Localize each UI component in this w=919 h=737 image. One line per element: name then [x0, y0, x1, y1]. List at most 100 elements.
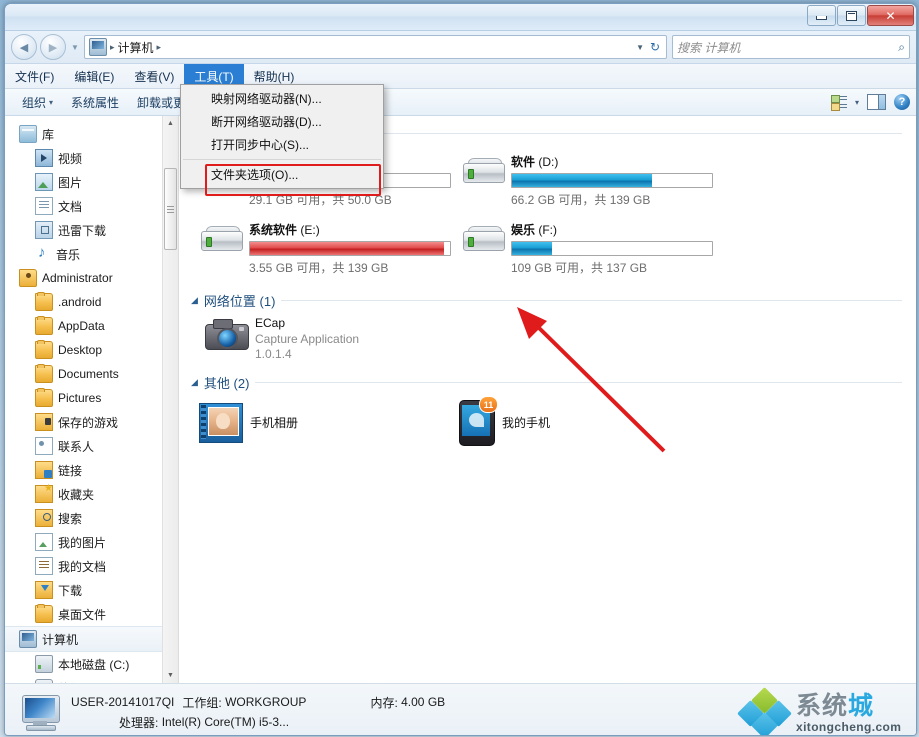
drive-usage-bar [511, 241, 713, 256]
organize-button[interactable]: 组织 ▾ [13, 94, 62, 111]
scroll-down-arrow-icon[interactable]: ▼ [163, 668, 178, 683]
collapse-caret-icon[interactable]: ◢ [191, 295, 198, 306]
search-input[interactable]: 搜索 计算机 [677, 39, 898, 56]
menu-item-map-network-drive[interactable]: 映射网络驱动器(N)... [181, 87, 383, 110]
tree-item-favorites[interactable]: 收藏夹 [5, 482, 178, 506]
breadcrumb-bar[interactable]: ▸ 计算机 ▸ ▼ ↻ [84, 35, 667, 59]
downloads-icon [35, 581, 53, 599]
minimize-icon [816, 15, 827, 20]
breadcrumb-dropdown-caret[interactable]: ▼ [636, 43, 644, 52]
scrollbar-thumb[interactable] [164, 168, 177, 250]
tree-item-documents[interactable]: 文档 [5, 194, 178, 218]
computer-icon [89, 38, 107, 56]
forward-icon: ▶ [48, 41, 58, 54]
tree-item-pictures[interactable]: 图片 [5, 170, 178, 194]
tree-item-downloads[interactable]: 下载 [5, 578, 178, 602]
view-dropdown-caret-icon[interactable]: ▾ [855, 98, 859, 107]
tree-item-label: AppData [58, 319, 105, 333]
forward-button[interactable]: ▶ [40, 34, 66, 60]
tree-item-my-pictures[interactable]: 我的图片 [5, 530, 178, 554]
search-icon: ⌕ [898, 39, 905, 54]
tree-item-label: 链接 [58, 463, 83, 478]
menu-item-disconnect-network-drive[interactable]: 断开网络驱动器(D)... [181, 110, 383, 133]
items-view: ◢ 硬盘 (4) 本地磁盘 (C:) 29.1 GB 可用，共 50.0 GB [179, 116, 916, 683]
navigation-scrollbar[interactable]: ▲ ▼ [162, 116, 178, 683]
tree-item-contacts[interactable]: 联系人 [5, 434, 178, 458]
group-title: 网络位置 (1) [203, 294, 276, 309]
tree-item-my-documents[interactable]: 我的文档 [5, 554, 178, 578]
tree-item-pictures-en[interactable]: Pictures [5, 386, 178, 410]
watermark-domain: xitongcheng.com [796, 719, 902, 734]
system-drive-icon [35, 655, 53, 673]
tree-item-links[interactable]: 链接 [5, 458, 178, 482]
preview-pane-icon[interactable] [867, 94, 886, 110]
tree-item-label: 图片 [58, 175, 83, 190]
tree-item-music[interactable]: 音乐 [5, 242, 178, 266]
restore-button[interactable] [837, 5, 866, 26]
group-header-network-locations[interactable]: ◢ 网络位置 (1) [191, 291, 916, 310]
tools-dropdown-menu: 映射网络驱动器(N)... 断开网络驱动器(D)... 打开同步中心(S)...… [180, 84, 384, 189]
back-button[interactable]: ◀ [11, 34, 37, 60]
tree-item-libraries[interactable]: 库 [5, 122, 178, 146]
network-item-ecap[interactable]: ECap Capture Application 1.0.1.4 [179, 312, 916, 365]
group-header-other[interactable]: ◢ 其他 (2) [191, 373, 916, 392]
view-layout-icon[interactable] [830, 95, 847, 111]
close-button[interactable]: ✕ [867, 5, 914, 26]
other-item-label: 我的手机 [502, 415, 551, 430]
help-icon[interactable]: ? [894, 94, 910, 110]
tree-item-desktop-files[interactable]: 桌面文件 [5, 602, 178, 626]
tree-item-label: 下载 [58, 583, 83, 598]
tree-item-thunder-download[interactable]: 迅雷下载 [5, 218, 178, 242]
tree-item-label: 库 [42, 127, 55, 142]
my-pictures-icon [35, 533, 53, 551]
tree-item-saved-games[interactable]: 保存的游戏 [5, 410, 178, 434]
menu-item-open-sync-center[interactable]: 打开同步中心(S)... [181, 133, 383, 156]
tree-item-local-disk-c[interactable]: 本地磁盘 (C:) [5, 652, 178, 676]
documents-icon [35, 197, 53, 215]
tree-item-android[interactable]: .android [5, 290, 178, 314]
drive-icon [459, 153, 507, 193]
tree-item-videos[interactable]: 视频 [5, 146, 178, 170]
menu-edit[interactable]: 编辑(E) [64, 64, 124, 88]
toolbar-right-group: ▾ ? [830, 94, 910, 111]
minimize-button[interactable] [807, 5, 836, 26]
collapse-caret-icon[interactable]: ◢ [191, 377, 198, 388]
tree-item-label: 本地磁盘 (C:) [58, 657, 130, 672]
tree-item-label: Pictures [58, 391, 102, 405]
tree-item-desktop[interactable]: Desktop [5, 338, 178, 362]
other-item-phone-album[interactable]: 手机相册 [199, 400, 459, 444]
tree-item-appdata[interactable]: AppData [5, 314, 178, 338]
computer-icon [19, 693, 61, 731]
other-item-my-phone[interactable]: 11 我的手机 [459, 396, 719, 446]
drive-letter: (D:) [538, 155, 559, 169]
breadcrumb-item-computer[interactable]: 计算机 [118, 39, 154, 56]
tree-item-documents-en[interactable]: Documents [5, 362, 178, 386]
tree-item-drive-d[interactable]: 软件 (D:) [5, 676, 178, 683]
breadcrumb-separator-2[interactable]: ▸ [157, 42, 162, 53]
network-item-name: ECap [255, 316, 286, 330]
menu-item-folder-options[interactable]: 文件夹选项(O)... [181, 163, 383, 186]
drive-item-e[interactable]: 系统软件 (E:) 3.55 GB 可用，共 139 GB [197, 215, 459, 283]
tree-item-computer[interactable]: 计算机 [5, 626, 178, 652]
scroll-up-arrow-icon[interactable]: ▲ [163, 116, 178, 131]
drive-item-d[interactable]: 软件 (D:) 66.2 GB 可用，共 139 GB [459, 147, 721, 215]
tree-item-label: Desktop [58, 343, 103, 357]
tree-item-administrator[interactable]: Administrator [5, 266, 178, 290]
menu-file[interactable]: 文件(F) [5, 64, 64, 88]
drive-space-text: 3.55 GB 可用，共 139 GB [249, 261, 389, 275]
download-icon [35, 221, 53, 239]
refresh-button[interactable]: ↻ [646, 38, 664, 56]
system-properties-button[interactable]: 系统属性 [62, 94, 128, 111]
favorites-icon [35, 483, 53, 503]
history-dropdown-button[interactable]: ▼ [69, 43, 81, 52]
tree-item-searches[interactable]: 搜索 [5, 506, 178, 530]
drive-item-f[interactable]: 娱乐 (F:) 109 GB 可用，共 137 GB [459, 215, 721, 283]
menu-view[interactable]: 查看(V) [124, 64, 184, 88]
breadcrumb-separator-1: ▸ [110, 41, 115, 52]
notification-badge: 11 [479, 396, 498, 413]
contacts-icon [35, 437, 53, 455]
status-bar: USER-20141017QI 工作组: WORKGROUP 内存: 4.00 … [5, 683, 916, 735]
drive-space-text: 109 GB 可用，共 137 GB [511, 261, 648, 275]
folder-icon [35, 340, 53, 359]
search-box[interactable]: 搜索 计算机 ⌕ [672, 35, 910, 59]
